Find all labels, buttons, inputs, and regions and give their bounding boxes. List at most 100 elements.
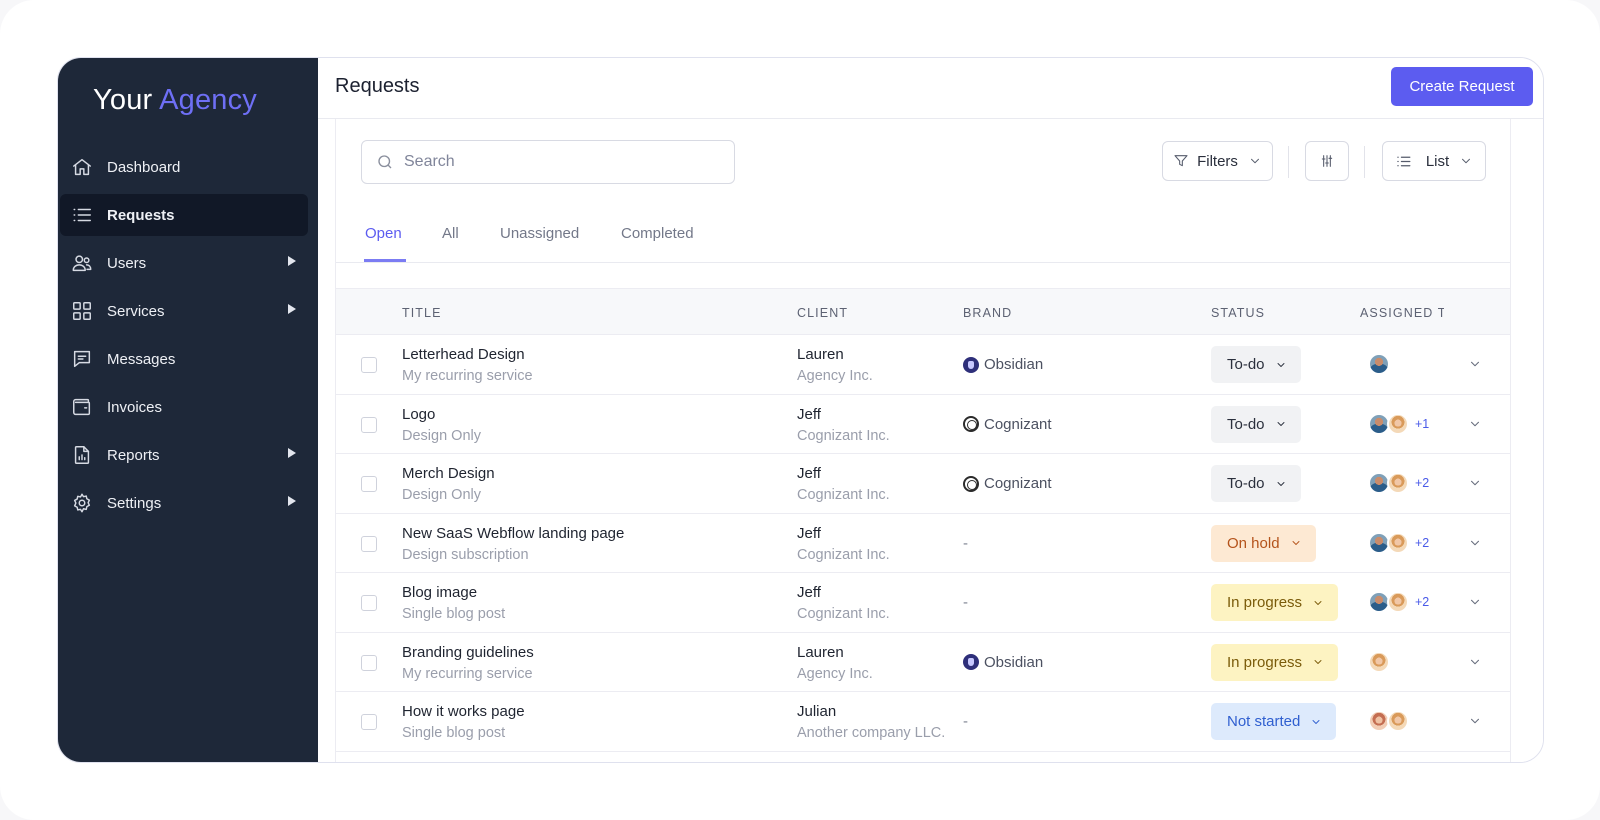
- assignee-avatar[interactable]: [1387, 472, 1409, 494]
- agency-logo[interactable]: Your Agency: [93, 84, 257, 117]
- brand-name: Obsidian: [984, 356, 1044, 373]
- view-mode-select[interactable]: List: [1382, 141, 1486, 181]
- sidebar-item-dashboard[interactable]: Dashboard: [60, 146, 308, 188]
- main-panel: Requests Create Request Filters: [318, 58, 1543, 762]
- brand-cell: Obsidian: [963, 356, 1043, 373]
- tab-all[interactable]: All: [442, 225, 459, 262]
- expand-row-button[interactable]: [1468, 595, 1484, 611]
- brand-logo-icon: [963, 654, 979, 670]
- assignee-avatar[interactable]: [1387, 710, 1409, 732]
- adjust-columns-button[interactable]: [1305, 141, 1349, 181]
- chevron-down-icon: [1265, 478, 1287, 490]
- status-dropdown[interactable]: To-do: [1211, 465, 1301, 502]
- client-name: Jeff: [797, 524, 821, 542]
- more-assignees-count[interactable]: +2: [1415, 536, 1429, 550]
- sidebar-item-reports[interactable]: Reports: [60, 434, 308, 476]
- status-dropdown[interactable]: On hold: [1211, 524, 1316, 562]
- client-company: Agency Inc.: [797, 665, 873, 682]
- table-row[interactable]: New SaaS Webflow landing page Design subs…: [336, 513, 1510, 573]
- sidebar-item-label: Dashboard: [107, 158, 181, 176]
- brand-logo-icon: [963, 416, 979, 432]
- create-request-button[interactable]: Create Request: [1391, 67, 1533, 106]
- status-dropdown[interactable]: To-do: [1211, 405, 1301, 443]
- expand-row-button[interactable]: [1468, 476, 1484, 492]
- request-title[interactable]: Letterhead Design: [402, 346, 525, 363]
- request-service: Design subscription: [402, 546, 529, 563]
- status-dropdown[interactable]: In progress: [1211, 643, 1339, 681]
- column-header-assigned[interactable]: ASSIGNED TO: [1360, 306, 1444, 320]
- sidebar-item-requests[interactable]: Requests: [60, 194, 308, 236]
- filters-button[interactable]: Filters: [1162, 141, 1273, 181]
- table-row[interactable]: Branding guidelines My recurring service L…: [336, 632, 1510, 692]
- status-label: In progress: [1227, 653, 1303, 671]
- sliders-icon: [1321, 155, 1333, 167]
- assignee-avatar[interactable]: [1368, 650, 1390, 673]
- sidebar-nav: Dashboard Requests Users Services Messag…: [60, 146, 308, 530]
- expand-row-button[interactable]: [1468, 714, 1484, 730]
- sidebar-item-services[interactable]: Services: [60, 290, 308, 332]
- column-header-title[interactable]: TITLE: [402, 306, 442, 320]
- row-checkbox[interactable]: [361, 535, 377, 552]
- table-row[interactable]: Logo Design Only Jeff Cognizant Inc. Cogniza…: [336, 394, 1510, 454]
- row-checkbox[interactable]: [361, 357, 377, 373]
- sidebar-item-label: Users: [107, 254, 147, 272]
- expand-row-button[interactable]: [1468, 655, 1484, 671]
- table-row[interactable]: Merch Design Design Only Jeff Cognizant Inc…: [336, 454, 1510, 514]
- status-dropdown[interactable]: In progress: [1211, 584, 1339, 621]
- column-header-status[interactable]: STATUS: [1211, 306, 1265, 320]
- request-title[interactable]: New SaaS Webflow landing page: [402, 525, 624, 542]
- status-dropdown[interactable]: To-do: [1211, 346, 1301, 383]
- expand-row-button[interactable]: [1468, 417, 1484, 433]
- sidebar-item-label: Settings: [107, 494, 162, 512]
- row-checkbox[interactable]: [361, 654, 377, 671]
- row-checkbox[interactable]: [361, 595, 377, 611]
- tab-open[interactable]: Open: [364, 225, 406, 262]
- row-checkbox[interactable]: [361, 416, 377, 433]
- request-service: My recurring service: [402, 368, 533, 384]
- wallet-icon: [70, 395, 94, 419]
- more-assignees-count[interactable]: +1: [1415, 417, 1429, 431]
- request-service: Single blog post: [402, 725, 506, 741]
- brand-cell: Cognizant: [963, 416, 1052, 433]
- status-dropdown[interactable]: Not started: [1211, 703, 1337, 740]
- expand-row-button[interactable]: [1468, 357, 1484, 373]
- request-title[interactable]: Blog image: [402, 584, 477, 601]
- request-title[interactable]: Branding guidelines: [402, 644, 534, 661]
- more-assignees-count[interactable]: +2: [1415, 595, 1429, 609]
- more-assignees-count[interactable]: +2: [1415, 476, 1429, 490]
- sidebar-item-users[interactable]: Users: [60, 242, 308, 284]
- status-label: In progress: [1227, 594, 1303, 611]
- chevron-down-icon: [1280, 537, 1302, 549]
- sidebar-item-invoices[interactable]: Invoices: [60, 386, 308, 428]
- assignee-avatar[interactable]: [1387, 412, 1409, 435]
- client-name: Lauren: [797, 346, 844, 363]
- request-title[interactable]: Merch Design: [402, 465, 495, 482]
- search-box[interactable]: [361, 140, 735, 184]
- client-company: Another company LLC.: [797, 725, 946, 741]
- expand-row-button[interactable]: [1468, 536, 1484, 552]
- sidebar-item-settings[interactable]: Settings: [60, 482, 308, 524]
- requests-content: Filters List Open All Unassigned: [335, 119, 1511, 762]
- table-row[interactable]: Letterhead Design My recurring service Lau…: [336, 335, 1510, 395]
- requests-table-body: Letterhead Design My recurring service Lau…: [336, 335, 1510, 752]
- sidebar-item-messages[interactable]: Messages: [60, 338, 308, 380]
- request-title[interactable]: Logo: [402, 406, 435, 423]
- table-row[interactable]: Blog image Single blog post Jeff Cognizant …: [336, 573, 1510, 633]
- row-checkbox[interactable]: [361, 714, 377, 730]
- tab-completed[interactable]: Completed: [621, 225, 694, 262]
- assignee-avatar[interactable]: [1368, 353, 1390, 375]
- column-header-brand[interactable]: BRAND: [963, 306, 1012, 320]
- search-input[interactable]: [404, 153, 704, 171]
- chevron-down-icon: [1265, 418, 1287, 430]
- column-header-client[interactable]: CLIENT: [797, 306, 848, 320]
- assignee-avatar[interactable]: [1387, 531, 1409, 554]
- row-checkbox[interactable]: [361, 476, 377, 492]
- assignees-group: +2: [1368, 472, 1429, 494]
- assignee-avatar[interactable]: [1387, 591, 1409, 613]
- tab-unassigned[interactable]: Unassigned: [500, 225, 579, 262]
- chevron-down-icon: [1468, 714, 1484, 728]
- submenu-arrow-icon: [288, 256, 296, 266]
- request-title[interactable]: How it works page: [402, 703, 525, 720]
- status-label: To-do: [1227, 415, 1265, 433]
- table-row[interactable]: How it works page Single blog post Julian A…: [336, 692, 1510, 752]
